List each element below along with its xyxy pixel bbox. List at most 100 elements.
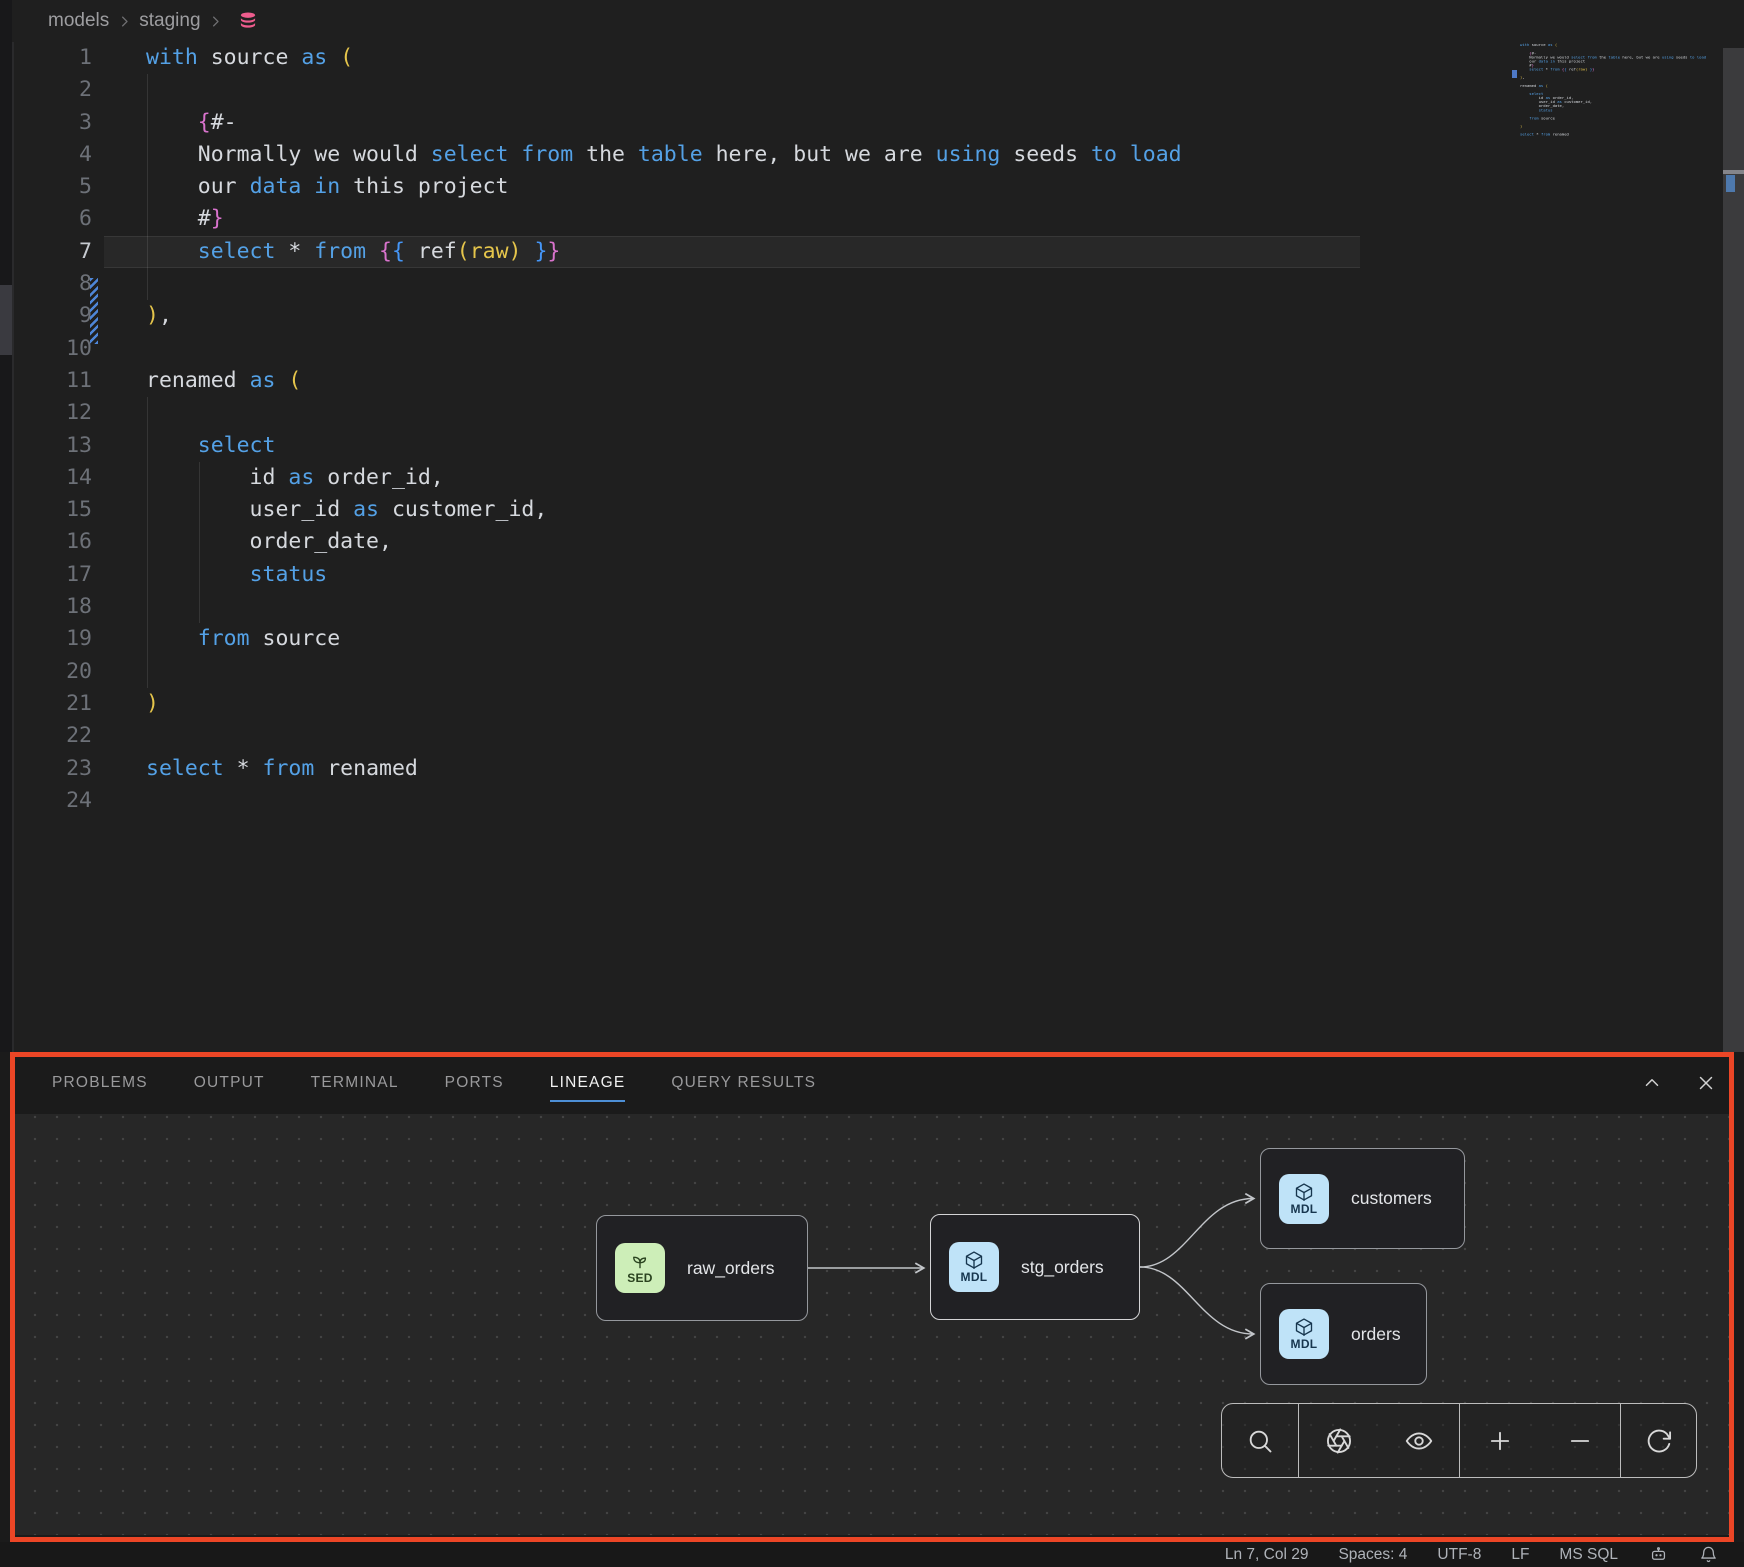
plus-button[interactable] [1478,1419,1522,1463]
line-number: 23 [0,753,92,785]
code-line[interactable]: 20 [0,656,1744,688]
code-line[interactable]: 3 {#- [0,107,1744,139]
line-number: 14 [0,462,92,494]
status-item[interactable]: MS SQL [1559,1546,1618,1564]
line-number: 19 [0,623,92,655]
code-line-text: from source [146,623,340,655]
code-line[interactable]: 1with source as ( [0,42,1744,74]
code-line[interactable]: 9), [0,300,1744,332]
line-number: 2 [0,74,92,106]
tab-lineage[interactable]: LINEAGE [550,1074,626,1092]
toolbar-group [1460,1404,1621,1477]
vscode-window: modelsstaging 1with source as (23 {#-4 N… [0,0,1744,1567]
eye-button[interactable] [1397,1419,1441,1463]
code-line-text: id as order_id, [146,462,444,494]
code-line[interactable]: 19 from source [0,623,1744,655]
editor-scrollbar[interactable] [1723,48,1744,1052]
code-line[interactable]: 22 [0,720,1744,752]
lineage-node-orders[interactable]: MDL orders [1260,1283,1427,1385]
code-line-text: Normally we would select from the table … [146,139,1182,171]
code-line-text: {#- [146,107,237,139]
code-line[interactable]: 23 select * from renamed [0,753,1744,785]
code-line[interactable]: 14 id as order_id, [0,462,1744,494]
code-line-text: order_date, [146,526,392,558]
line-number: 10 [0,333,92,365]
tab-problems[interactable]: PROBLEMS [52,1074,148,1092]
toolbar-group [1222,1404,1299,1477]
search-button[interactable] [1238,1419,1282,1463]
code-line-text: select [146,430,275,462]
panel-controls [1640,1052,1718,1114]
line-number: 13 [0,430,92,462]
code-line[interactable]: 15 user_id as customer_id, [0,494,1744,526]
tab-terminal[interactable]: TERMINAL [311,1074,399,1092]
line-number: 22 [0,720,92,752]
code-line[interactable]: 18 [0,591,1744,623]
code-editor[interactable]: 1with source as (23 {#-4 Normally we wou… [0,42,1744,817]
status-item[interactable]: Spaces: 4 [1338,1546,1407,1564]
lineage-node-label: orders [1351,1324,1401,1345]
code-line[interactable]: 4 Normally we would select from the tabl… [0,139,1744,171]
code-line[interactable]: 21) [0,688,1744,720]
status-item[interactable]: LF [1511,1546,1529,1564]
line-number: 18 [0,591,92,623]
line-number: 4 [0,139,92,171]
minus-button[interactable] [1558,1419,1602,1463]
indent-guide [147,74,148,106]
aperture-icon [1325,1427,1353,1455]
chevron-up-icon[interactable] [1640,1071,1664,1095]
line-number: 7 [0,236,92,268]
code-line[interactable]: 13 select [0,430,1744,462]
code-line[interactable]: 10 [0,333,1744,365]
minimap-modified-marker [1512,70,1517,78]
refresh-button[interactable] [1637,1419,1681,1463]
tab-query-results[interactable]: QUERY RESULTS [671,1074,816,1092]
panel-header: PROBLEMS OUTPUT TERMINAL PORTS LINEAGE QUERY … [0,1052,1744,1114]
status-item[interactable]: Ln 7, Col 29 [1225,1546,1309,1564]
code-line[interactable]: 5 our data in this project [0,171,1744,203]
code-line[interactable]: 17 status [0,559,1744,591]
code-line[interactable]: 6 #} [0,203,1744,235]
code-line-text: with source as ( [146,42,353,74]
code-line-text: select * from {{ ref(raw) }} [146,236,560,268]
tab-output[interactable]: OUTPUT [194,1074,265,1092]
line-number: 15 [0,494,92,526]
bell-icon[interactable] [1698,1545,1718,1565]
status-item[interactable]: UTF-8 [1437,1546,1481,1564]
modified-line-indicator [90,278,98,344]
close-icon[interactable] [1694,1071,1718,1095]
line-number: 17 [0,559,92,591]
chevron-right-icon [115,12,133,30]
code-line[interactable]: 16 order_date, [0,526,1744,558]
minimap[interactable]: with source as ( {#- Normally we would s… [1520,43,1706,153]
code-line[interactable]: 7 select * from {{ ref(raw) }} [0,236,1744,268]
seedling-badge: SED [615,1243,665,1293]
code-line[interactable]: 2 [0,74,1744,106]
lineage-node-label: raw_orders [687,1258,775,1279]
lineage-node-stg-orders[interactable]: MDL stg_orders [930,1214,1140,1320]
line-number: 9 [0,300,92,332]
code-line-text: select * from renamed [146,753,418,785]
code-line[interactable]: 11renamed as ( [0,365,1744,397]
lineage-node-label: stg_orders [1021,1257,1104,1278]
code-line[interactable]: 8 [0,268,1744,300]
lineage-toolbar [1221,1403,1697,1478]
robot-icon[interactable] [1648,1545,1668,1565]
indent-guide [199,591,200,623]
lineage-node-raw-orders[interactable]: SED raw_orders [596,1215,808,1321]
cube-badge: MDL [949,1242,999,1292]
scrollbar-band [1723,170,1744,174]
aperture-button[interactable] [1317,1419,1361,1463]
breadcrumb-item[interactable]: staging [139,10,200,32]
toolbar-group [1621,1404,1696,1477]
tab-ports[interactable]: PORTS [445,1074,504,1092]
plus-icon [1486,1427,1514,1455]
line-number: 20 [0,656,92,688]
breadcrumb-item[interactable]: models [48,10,109,32]
refresh-icon [1645,1427,1673,1455]
lineage-canvas[interactable]: SED raw_orders MDL stg_orders MDL custom… [15,1114,1729,1535]
code-line[interactable]: 24 [0,785,1744,817]
indent-guide [147,268,148,300]
code-line[interactable]: 12 [0,397,1744,429]
lineage-node-customers[interactable]: MDL customers [1260,1148,1465,1249]
